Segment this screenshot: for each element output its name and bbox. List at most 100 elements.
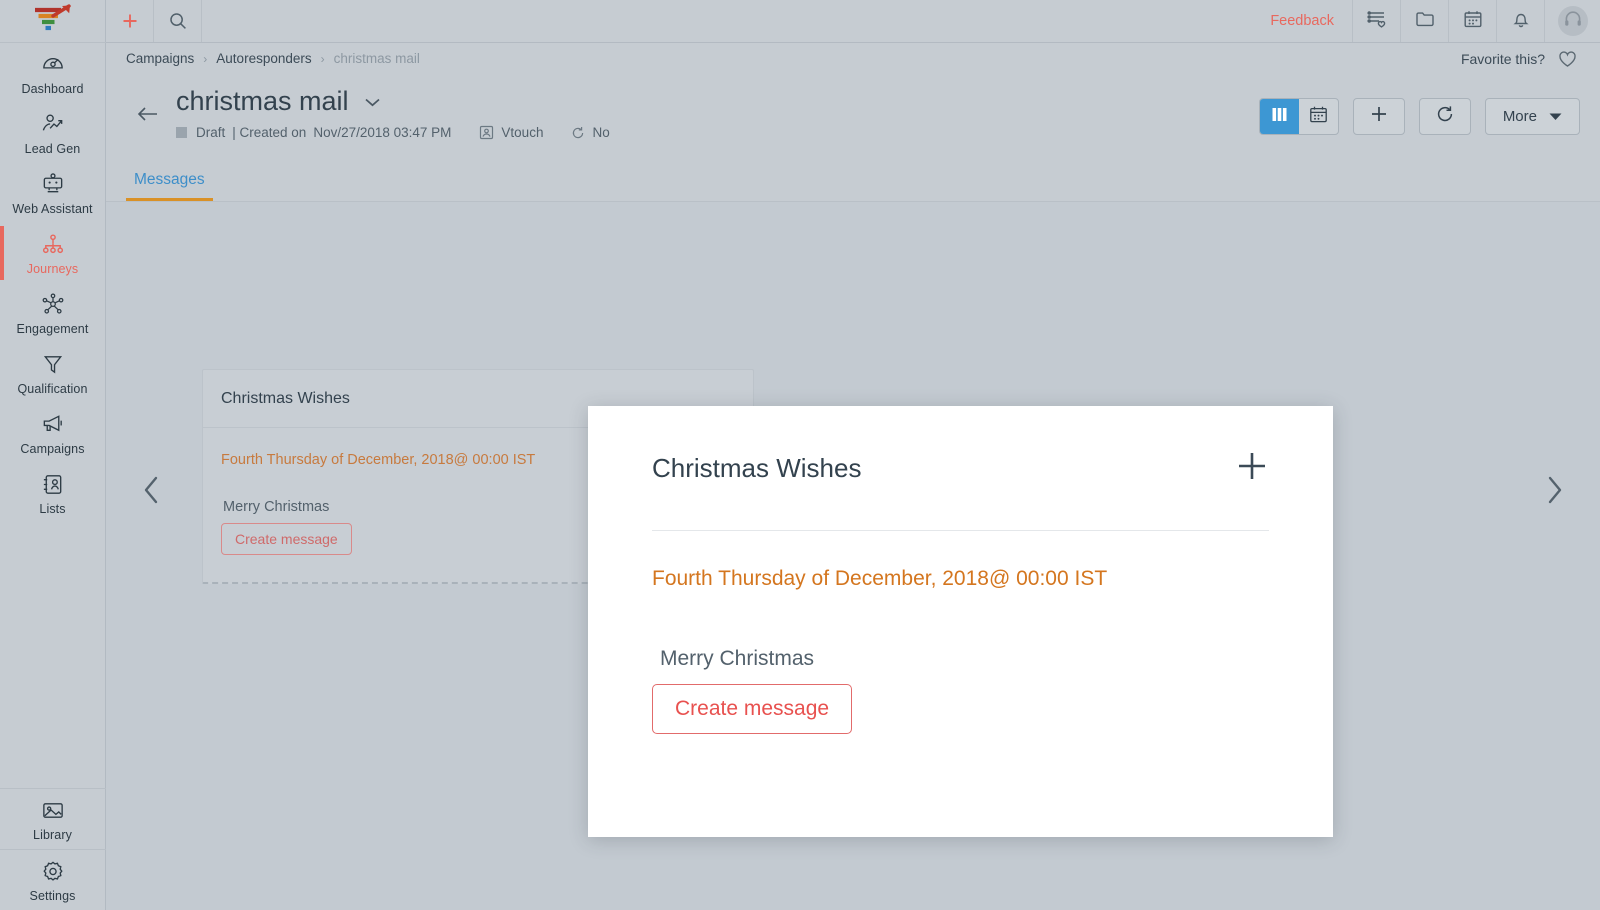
sidebar-item-lists[interactable]: Lists <box>0 463 106 523</box>
arrow-left-icon <box>135 104 161 129</box>
calendar-view-icon <box>1308 104 1329 130</box>
journey-card-create-message-button[interactable]: Create message <box>221 523 352 555</box>
top-bar: Feedback <box>106 0 1600 43</box>
add-message-button[interactable] <box>1352 98 1405 135</box>
list-favorites-icon <box>1366 8 1388 35</box>
journey-canvas: Christmas Wishes Fourth Thursday of Dece… <box>106 202 1600 910</box>
global-add-button[interactable] <box>106 0 154 42</box>
sidebar-item-label: Lists <box>39 502 66 516</box>
plus-icon <box>1369 104 1389 129</box>
sidebar-item-dashboard[interactable]: Dashboard <box>0 43 106 103</box>
modal-create-message-button[interactable]: Create message <box>652 684 853 734</box>
calendar-icon <box>1462 8 1484 35</box>
app-logo[interactable] <box>0 0 106 43</box>
notifications-button[interactable] <box>1496 0 1544 42</box>
created-label: | Created on <box>232 125 307 140</box>
sidebar-item-campaigns[interactable]: Campaigns <box>0 403 106 463</box>
sidebar-item-web-assistant[interactable]: Web Assistant <box>0 163 106 223</box>
plus-icon <box>121 12 139 30</box>
page-title: christmas mail <box>176 86 349 116</box>
sidebar: Dashboard Lead Gen Web Assistant Journey… <box>0 0 106 910</box>
chevron-right-icon <box>1541 473 1567 512</box>
status-text: Draft <box>196 125 226 140</box>
sidebar-item-library[interactable]: Library <box>0 788 106 849</box>
modal-title: Christmas Wishes <box>652 452 862 483</box>
sidebar-item-journeys[interactable]: Journeys <box>0 223 106 283</box>
tab-label: Messages <box>134 171 205 188</box>
bell-icon <box>1510 8 1532 35</box>
engagement-network-icon <box>40 292 66 317</box>
modal-header: Christmas Wishes <box>652 406 1269 530</box>
funnel-arrow-logo-icon <box>31 3 75 39</box>
modal-add-button[interactable] <box>1235 449 1269 488</box>
refresh-button[interactable] <box>1418 98 1471 135</box>
headset-avatar-icon <box>1563 9 1583 34</box>
sidebar-item-label: Settings <box>29 889 76 903</box>
breadcrumb-item-campaigns[interactable]: Campaigns <box>126 51 194 66</box>
page-header: christmas mail Draft | Created on Nov/27… <box>106 74 1600 156</box>
list-favorites-button[interactable] <box>1352 0 1400 42</box>
journeys-tree-icon <box>40 232 66 257</box>
breadcrumb-separator: › <box>320 51 325 66</box>
modal-message: Merry Christmas <box>660 647 815 670</box>
header-actions: More <box>1258 86 1580 135</box>
sidebar-item-label: Dashboard <box>21 82 84 96</box>
web-assistant-icon <box>40 172 66 197</box>
feedback-label: Feedback <box>1270 13 1334 29</box>
tab-messages[interactable]: Messages <box>126 171 213 201</box>
owner-name: Vtouch <box>501 125 544 140</box>
gear-icon <box>40 859 66 884</box>
user-avatar[interactable] <box>1544 0 1600 42</box>
sidebar-item-label: Engagement <box>16 322 89 336</box>
modal-divider <box>652 530 1269 531</box>
next-card-button[interactable] <box>1532 470 1576 514</box>
global-search-button[interactable] <box>154 0 202 42</box>
refresh-small-icon <box>571 126 585 140</box>
breadcrumb-bar: Campaigns › Autoresponders › christmas m… <box>106 43 1600 74</box>
back-button[interactable] <box>126 86 170 129</box>
calendar-button[interactable] <box>1448 0 1496 42</box>
more-label: More <box>1502 108 1537 125</box>
search-icon <box>168 11 188 31</box>
message-detail-modal: Christmas Wishes Fourth Thursday of Dece… <box>588 406 1333 837</box>
prev-card-button[interactable] <box>130 470 174 514</box>
created-on-value: Nov/27/2018 03:47 PM <box>313 125 452 140</box>
contact-list-icon <box>40 472 66 497</box>
avatar <box>1557 6 1588 36</box>
breadcrumb-separator: › <box>203 51 208 66</box>
title-block: christmas mail Draft | Created on Nov/27… <box>170 86 610 140</box>
calendar-view-button[interactable] <box>1299 99 1338 134</box>
sidebar-item-engagement[interactable]: Engagement <box>0 283 106 343</box>
folder-icon <box>1414 8 1436 35</box>
sidebar-item-settings[interactable]: Settings <box>0 849 106 910</box>
folder-button[interactable] <box>1400 0 1448 42</box>
caret-down-icon <box>1549 108 1562 126</box>
plus-icon <box>1235 449 1269 488</box>
megaphone-icon <box>40 412 66 437</box>
lead-growth-icon <box>40 112 66 137</box>
funnel-icon <box>40 352 66 377</box>
title-line: christmas mail <box>176 86 610 117</box>
columns-view-icon <box>1270 105 1289 129</box>
feedback-button[interactable]: Feedback <box>1252 0 1352 42</box>
heart-icon[interactable] <box>1557 49 1578 69</box>
sidebar-item-qualification[interactable]: Qualification <box>0 343 106 403</box>
tab-strip: Messages <box>106 156 1600 202</box>
refresh-icon <box>1435 104 1455 129</box>
user-card-icon <box>479 125 494 140</box>
favorite-this-label[interactable]: Favorite this? <box>1461 51 1545 67</box>
meta-line: Draft | Created on Nov/27/2018 03:47 PM … <box>176 125 610 140</box>
more-button[interactable]: More <box>1484 98 1580 135</box>
sidebar-item-label: Lead Gen <box>24 142 81 156</box>
speedometer-icon <box>40 52 66 77</box>
columns-view-button[interactable] <box>1259 99 1299 134</box>
breadcrumb-item-autoresponders[interactable]: Autoresponders <box>216 51 311 66</box>
chevron-down-icon[interactable] <box>363 96 382 108</box>
sidebar-item-label: Qualification <box>17 382 88 396</box>
breadcrumb-item-current: christmas mail <box>333 51 420 66</box>
sidebar-item-label: Campaigns <box>20 442 85 456</box>
image-library-icon <box>40 798 66 823</box>
sidebar-item-label: Journeys <box>26 262 79 276</box>
sidebar-item-lead-gen[interactable]: Lead Gen <box>0 103 106 163</box>
